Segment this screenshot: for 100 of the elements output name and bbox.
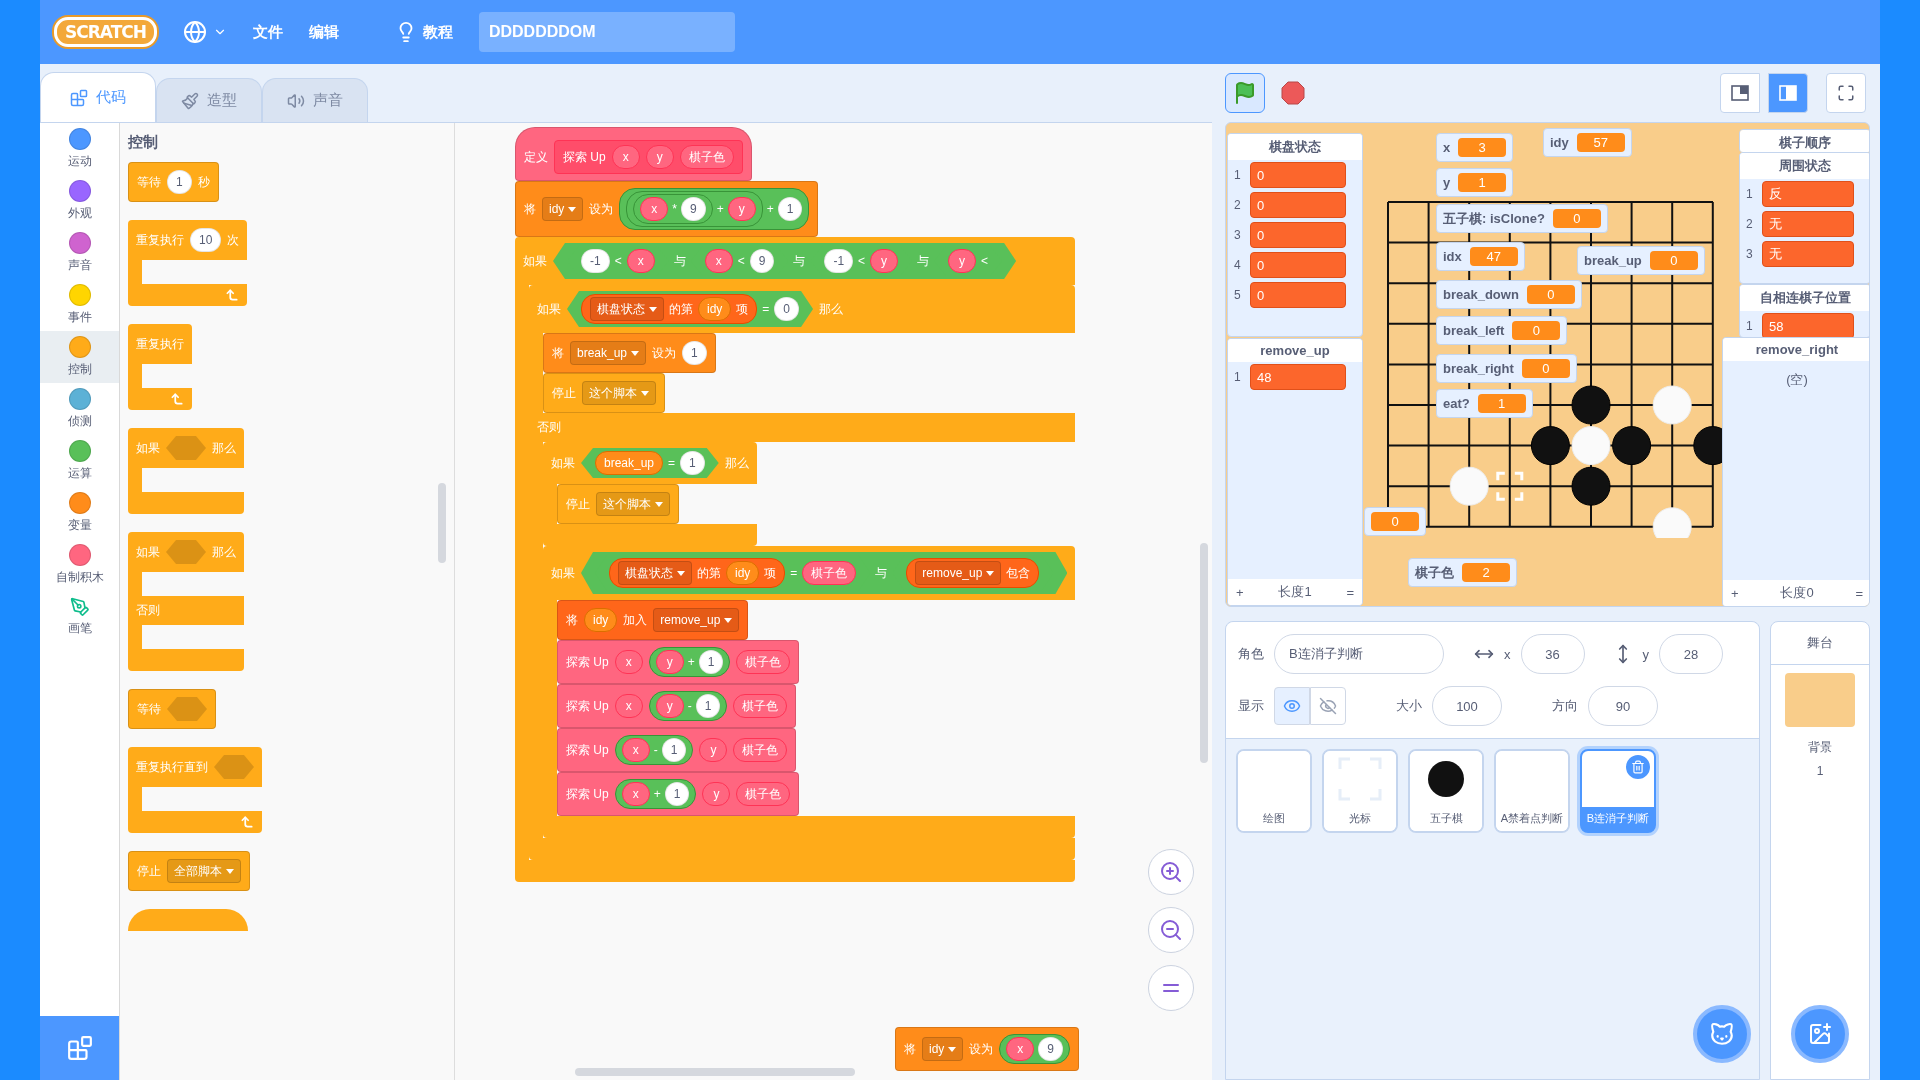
argument-reporter[interactable]: y [727,197,756,221]
category-item[interactable]: 控制 [40,331,119,383]
category-item[interactable]: 运算 [40,435,119,487]
c-block[interactable]: 如果 break_up = 1 那么 停止 这个脚本 [543,442,757,546]
argument-reporter[interactable]: 棋子色 [736,782,791,806]
dropdown-menu[interactable]: 这个脚本 [582,381,656,405]
operator-reporter[interactable]: x * 9 + y + 1 [619,188,810,230]
argument-reporter[interactable]: x [614,650,643,674]
code-block[interactable]: 探索 Up x + 1 y 棋子色 [557,772,800,816]
editor-tab[interactable]: 造型 [156,78,262,122]
scratch-logo[interactable]: SCRATCH [54,17,157,47]
dropdown-menu[interactable]: 这个脚本 [596,492,670,516]
scrollbar[interactable] [438,483,446,563]
boolean-block[interactable]: break_up = 1 [581,448,719,478]
argument-reporter[interactable]: x [621,782,650,806]
number-input[interactable]: 9 [1038,1037,1064,1061]
list-reporter[interactable]: remove_up 包含 [906,558,1040,588]
operator-reporter[interactable]: x - 1 [614,735,694,765]
add-backdrop-button[interactable] [1791,1005,1849,1063]
stage-layout-button[interactable] [1720,73,1760,113]
resize-handle[interactable]: = [1855,585,1863,601]
add-extension-button[interactable] [40,1016,119,1080]
number-input[interactable]: 1 [661,738,687,762]
code-block[interactable]: 将 idy 设为 x * 9 + y + 1 [515,181,819,237]
variable-reporter[interactable]: break_up [595,451,664,475]
list-reporter[interactable]: 棋盘状态 的第 idy 项 [609,558,786,588]
argument-reporter[interactable]: y [699,738,728,762]
number-input[interactable]: 10 [190,228,222,252]
code-block[interactable]: 等待 [128,689,216,729]
hat-block[interactable] [128,909,248,931]
argument-reporter[interactable]: 棋子色 [802,561,857,585]
category-item[interactable]: 事件 [40,279,119,331]
argument-reporter[interactable]: x [626,249,655,273]
number-input[interactable]: -1 [581,249,610,273]
number-input[interactable]: 1 [680,451,705,475]
category-item[interactable]: 外观 [40,175,119,227]
category-item[interactable]: 运动 [40,123,119,175]
argument-reporter[interactable]: x [704,249,733,273]
menu-item[interactable]: 文件 [252,22,283,42]
argument-reporter[interactable]: x [611,145,640,169]
variable-reporter[interactable]: idy [726,561,760,585]
operator-reporter[interactable]: y - 1 [648,691,728,721]
argument-reporter[interactable]: y [948,249,977,273]
dropdown-menu[interactable]: idy [542,197,584,221]
variable-reporter[interactable]: idy [698,297,732,321]
argument-reporter[interactable]: 棋子色 [736,650,791,674]
c-block[interactable]: 重复执行 10 次 [128,220,248,306]
dropdown-menu[interactable]: 棋盘状态 [590,297,664,321]
dropdown-menu[interactable]: 全部脚本 [167,859,241,883]
operator-reporter[interactable]: y + 1 [648,647,731,677]
c-block[interactable]: 重复执行直到 [128,747,262,833]
code-block[interactable]: 停止 这个脚本 [543,373,665,413]
category-item[interactable]: 自制积木 [40,539,119,591]
sprite-tile[interactable]: 五子棋 [1408,749,1484,833]
backdrop-thumbnail[interactable] [1785,673,1855,727]
code-block[interactable]: 将 idy 加入 remove_up [557,600,749,640]
boolean-block[interactable]: -1 < x 与 x < 9 与 -1 < y 与 y < [553,243,1017,279]
code-block[interactable]: 等待 1 秒 [128,162,219,202]
code-block[interactable]: 探索 Up x y - 1 棋子色 [557,684,797,728]
number-input[interactable]: 1 [777,197,803,221]
argument-reporter[interactable]: 棋子色 [733,694,788,718]
argument-reporter[interactable]: x [640,197,669,221]
argument-reporter[interactable]: x [614,694,643,718]
zoom-out-button[interactable] [1148,907,1194,953]
code-block[interactable]: 将 break_up 设为 1 [543,333,716,373]
number-input[interactable]: 1 [698,650,724,674]
number-input[interactable]: 9 [681,197,706,221]
add-sprite-button[interactable] [1693,1005,1751,1063]
c-block[interactable]: 如果 那么 [128,428,244,514]
argument-reporter[interactable]: y [655,650,684,674]
project-title-field[interactable]: DDDDDDDOM [478,12,735,52]
scrollbar[interactable] [575,1068,855,1076]
operator-reporter[interactable]: x 9 [999,1034,1071,1064]
code-block[interactable]: 探索 Up x - 1 y 棋子色 [557,728,797,772]
dropdown-menu[interactable]: 棋盘状态 [618,561,692,585]
run-flag-button[interactable] [1225,73,1265,113]
if-else-block[interactable]: 如果 那么 否则 [128,532,244,671]
c-block[interactable]: 如果 棋盘状态 的第 idy 项 = 棋子色 与 remove_up 包含 将 idy 加入 remove_up 探索 Up x y + 1 棋子色 探索 Up x y - 1 棋子色 探索 Up x - 1 y 棋子色 探索 Up x + 1 y 棋子色 [543,546,1076,838]
number-input[interactable]: 1 [695,694,721,718]
language-menu[interactable] [182,20,227,44]
operator-reporter[interactable]: x * 9 + y [626,191,763,227]
add-item-button[interactable]: + [1731,585,1739,601]
argument-reporter[interactable]: y [870,249,899,273]
dropdown-menu[interactable]: idy [922,1037,964,1061]
custom-block-prototype[interactable]: 探索 Up x y 棋子色 [554,140,743,174]
sprite-tile[interactable]: B连消子判断 [1580,749,1656,833]
tutorials-menu[interactable]: 教程 [394,21,453,43]
argument-reporter[interactable]: 棋子色 [733,738,788,762]
argument-reporter[interactable]: x [621,738,650,762]
code-block[interactable]: 停止 这个脚本 [557,484,679,524]
number-input[interactable]: 0 [774,297,800,321]
sprite-tile[interactable]: 光标 [1322,749,1398,833]
argument-reporter[interactable]: y [655,694,684,718]
c-block[interactable]: 重复执行 [128,324,192,410]
category-item[interactable]: 声音 [40,227,119,279]
show-sprite-button[interactable] [1274,687,1310,725]
argument-reporter[interactable]: y [702,782,731,806]
boolean-block[interactable]: 棋盘状态 的第 idy 项 = 棋子色 与 remove_up 包含 [581,552,1068,594]
number-input[interactable]: 1 [682,341,707,365]
number-input[interactable]: 9 [749,249,775,273]
